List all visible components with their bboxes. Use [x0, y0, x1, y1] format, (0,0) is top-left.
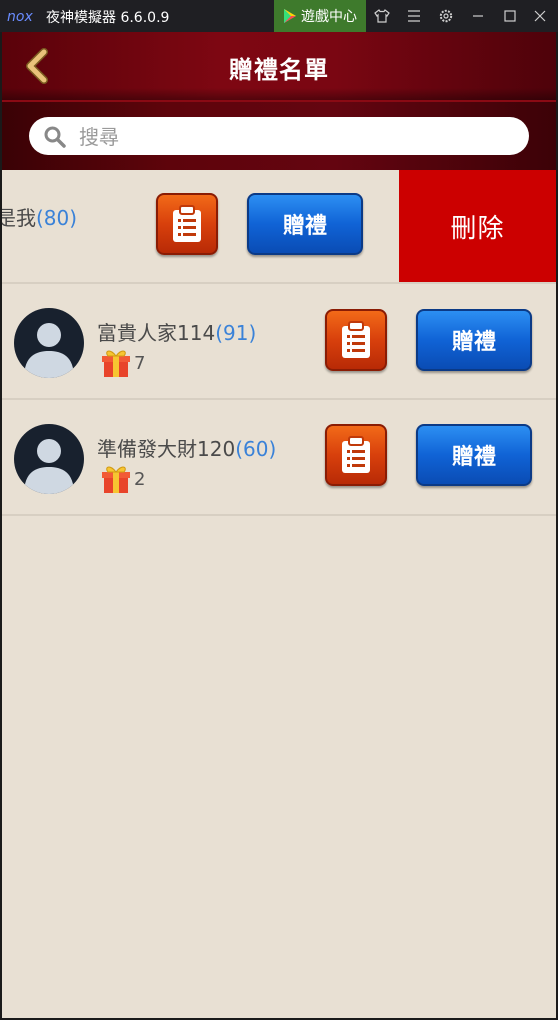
- friend-name: 富貴人家114(91): [97, 317, 256, 346]
- close-icon[interactable]: [530, 6, 550, 26]
- maximize-icon[interactable]: [500, 6, 520, 26]
- gift-count-value: 2: [134, 468, 146, 490]
- gift-button[interactable]: 贈禮: [416, 424, 532, 486]
- note-button[interactable]: [156, 193, 218, 255]
- friend-name-text: 是我: [2, 206, 36, 230]
- friend-level: (80): [36, 206, 78, 230]
- user-silhouette-icon: [24, 439, 74, 494]
- app-screen: 贈禮名單 是我(80) 贈禮 刪除: [2, 32, 556, 1018]
- search-bar: [2, 100, 556, 170]
- avatar: [14, 424, 84, 494]
- app-header: 贈禮名單: [2, 32, 556, 100]
- friend-level: (91): [215, 321, 257, 345]
- svg-text:nox: nox: [7, 9, 33, 24]
- menu-icon[interactable]: [404, 6, 424, 26]
- search-icon: [44, 126, 66, 148]
- gift-button[interactable]: 贈禮: [416, 309, 532, 371]
- search-input[interactable]: [77, 120, 511, 154]
- clipboard-icon: [173, 205, 201, 242]
- gift-count-value: 7: [134, 352, 146, 374]
- delete-button[interactable]: 刪除: [399, 170, 556, 282]
- search-box[interactable]: [29, 117, 529, 155]
- shirt-icon[interactable]: [372, 6, 392, 26]
- friend-row[interactable]: 富貴人家114(91) 7 贈禮: [2, 284, 556, 400]
- friend-name-text: 富貴人家114: [97, 321, 216, 345]
- minimize-icon[interactable]: [468, 6, 488, 26]
- friend-level: (60): [235, 437, 277, 461]
- friend-name: 是我(80): [2, 202, 77, 231]
- note-button[interactable]: [325, 424, 387, 486]
- emulator-titlebar: nox 夜神模擬器 6.6.0.9 遊戲中心: [0, 0, 558, 32]
- nox-logo-icon: nox: [7, 9, 33, 24]
- gift-button[interactable]: 贈禮: [247, 193, 363, 255]
- game-center-label: 遊戲中心: [301, 9, 357, 25]
- note-button[interactable]: [325, 309, 387, 371]
- page-title: 贈禮名單: [229, 56, 329, 84]
- avatar: [14, 308, 84, 378]
- user-silhouette-icon: [24, 323, 74, 378]
- settings-icon[interactable]: [436, 6, 456, 26]
- friend-name-text: 準備發大財120: [97, 437, 236, 461]
- friend-name: 準備發大財120(60): [97, 433, 276, 462]
- gift-count: 2: [100, 463, 145, 495]
- game-center-button[interactable]: 遊戲中心: [274, 0, 366, 32]
- gift-box-icon: [102, 466, 130, 493]
- play-store-icon: [284, 9, 296, 23]
- friend-row[interactable]: 準備發大財120(60) 2 贈禮: [2, 400, 556, 516]
- window-title: 夜神模擬器 6.6.0.9: [46, 10, 170, 26]
- clipboard-icon: [342, 436, 370, 473]
- friend-row[interactable]: 是我(80) 贈禮 刪除: [2, 170, 556, 284]
- clipboard-icon: [342, 321, 370, 358]
- gift-count: 7: [100, 347, 145, 379]
- gift-box-icon: [102, 350, 130, 377]
